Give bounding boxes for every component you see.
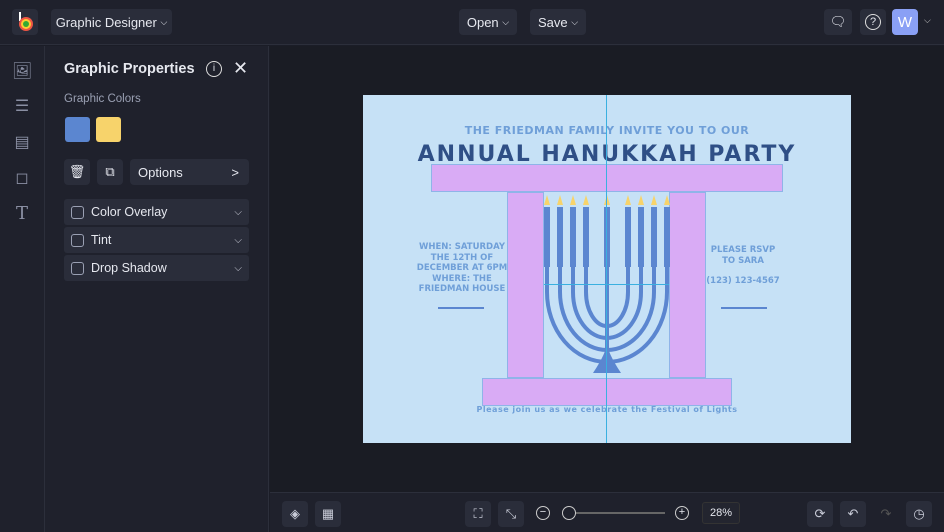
help-button[interactable]: ? — [860, 9, 886, 35]
duplicate-icon: ⧉ — [105, 164, 115, 179]
history-button[interactable]: ◷ — [906, 501, 932, 527]
zoom-slider[interactable] — [570, 512, 665, 514]
zoom-slider-handle[interactable] — [562, 506, 576, 520]
replace-button[interactable]: ⟳ — [807, 501, 833, 527]
open-label: Open — [466, 14, 499, 30]
actual-size-button[interactable]: ⤡ — [498, 501, 524, 527]
checkbox[interactable] — [71, 205, 84, 219]
chevron-down-icon: ⌵ — [571, 16, 579, 27]
image-icon[interactable]: 🖼 — [12, 61, 32, 81]
horizontal-guide — [544, 284, 669, 285]
shapes-icon[interactable]: ◻ — [12, 168, 32, 188]
purple-top-bar[interactable] — [431, 164, 783, 192]
logo-icon — [19, 12, 33, 31]
design-canvas[interactable]: THE FRIEDMAN FAMILY INVITE YOU TO OUR AN… — [363, 95, 851, 443]
trash-icon: 🗑 — [68, 164, 86, 179]
refresh-icon: ⟳ — [814, 506, 826, 521]
chevron-down-icon[interactable]: ⌵ — [234, 235, 242, 246]
color-swatch-blue[interactable] — [65, 117, 90, 142]
menorah-graphic[interactable] — [541, 192, 673, 378]
undo-icon: ↶ — [847, 506, 859, 521]
zoom-in-icon[interactable]: + — [675, 506, 689, 520]
chevron-down-icon: ⌵ — [160, 16, 168, 27]
open-button[interactable]: Open ⌵ — [459, 9, 517, 35]
zoom-level-input[interactable]: 28% — [702, 502, 740, 524]
effect-color-overlay[interactable]: Color Overlay ⌵ — [64, 199, 249, 225]
top-bar: Graphic Designer ⌵ Open ⌵ Save ⌵ 🗨 ? W ⌵ — [0, 0, 944, 45]
chevron-right-icon: > — [231, 164, 239, 180]
effect-label: Color Overlay — [91, 205, 168, 219]
fit-screen-button[interactable]: ⛶ — [465, 501, 491, 527]
frame-icon[interactable]: ▤ — [12, 132, 32, 152]
when-text: WHEN: SATURDAY THE 12TH OF DECEMBER AT 6… — [416, 242, 508, 273]
undo-button[interactable]: ↶ — [840, 501, 866, 527]
grid-icon: ▦ — [321, 506, 335, 521]
app-logo[interactable] — [12, 9, 38, 35]
where-text: WHERE: THE FRIEDMAN HOUSE — [418, 273, 506, 295]
invite-line[interactable]: THE FRIEDMAN FAMILY INVITE YOU TO OUR — [363, 124, 851, 137]
app-menu-label: Graphic Designer — [55, 14, 157, 30]
purple-bottom-bar[interactable] — [482, 378, 732, 406]
comments-button[interactable]: 🗨 — [824, 9, 852, 35]
avatar[interactable]: W — [892, 9, 918, 35]
chevron-down-icon[interactable]: ⌵ — [234, 263, 242, 274]
collapse-icon: ⤡ — [505, 506, 517, 521]
grid-button[interactable]: ▦ — [315, 501, 341, 527]
effect-label: Drop Shadow — [91, 261, 167, 275]
effect-label: Tint — [91, 233, 112, 247]
color-swatch-yellow[interactable] — [96, 117, 121, 142]
history-icon: ◷ — [913, 506, 925, 521]
tool-rail: 🖼 ☰ ▤ ◻ T — [0, 46, 45, 532]
event-details[interactable]: WHEN: SATURDAY THE 12TH OF DECEMBER AT 6… — [411, 242, 513, 295]
checkbox[interactable] — [71, 261, 84, 275]
rsvp-text[interactable]: PLEASE RSVP TO SARA — [703, 245, 783, 266]
options-label: Options — [138, 164, 183, 180]
save-label: Save — [537, 14, 568, 30]
comment-icon: 🗨 — [829, 14, 847, 29]
zoom-out-icon[interactable]: − — [536, 506, 550, 520]
help-icon: ? — [865, 14, 881, 30]
expand-icon: ⛶ — [473, 506, 483, 521]
effect-tint[interactable]: Tint ⌵ — [64, 227, 249, 253]
save-button[interactable]: Save ⌵ — [530, 9, 586, 35]
adjustments-icon[interactable]: ☰ — [12, 96, 32, 116]
effect-drop-shadow[interactable]: Drop Shadow ⌵ — [64, 255, 249, 281]
checkbox[interactable] — [71, 233, 84, 247]
redo-button[interactable]: ↷ — [873, 501, 899, 527]
redo-icon: ↷ — [880, 506, 892, 521]
graphic-colors-label: Graphic Colors — [64, 93, 141, 105]
layers-icon: ◈ — [290, 506, 300, 521]
layers-button[interactable]: ◈ — [282, 501, 308, 527]
graphic-properties-panel: Graphic Properties i ✕ Graphic Colors 🗑 … — [45, 46, 269, 532]
panel-title: Graphic Properties — [64, 61, 195, 77]
info-icon[interactable]: i — [206, 61, 222, 77]
divider-line — [721, 307, 767, 309]
bottom-toolbar: ◈ ▦ ⛶ ⤡ − + 28% ⟳ ↶ ↷ ◷ — [270, 492, 944, 532]
duplicate-button[interactable]: ⧉ — [97, 159, 123, 185]
delete-button[interactable]: 🗑 — [64, 159, 90, 185]
phone-text[interactable]: (123) 123-4567 — [701, 276, 785, 286]
app-menu-button[interactable]: Graphic Designer ⌵ — [51, 9, 172, 35]
divider-line — [438, 307, 484, 309]
chevron-down-icon[interactable]: ⌵ — [924, 15, 931, 26]
center-guide — [606, 95, 607, 443]
options-button[interactable]: Options > — [130, 159, 249, 185]
footer-text[interactable]: Please join us as we celebrate the Festi… — [363, 405, 851, 414]
chevron-down-icon[interactable]: ⌵ — [234, 207, 242, 218]
text-icon[interactable]: T — [12, 203, 32, 224]
chevron-down-icon: ⌵ — [502, 16, 510, 27]
close-icon[interactable]: ✕ — [233, 58, 248, 79]
